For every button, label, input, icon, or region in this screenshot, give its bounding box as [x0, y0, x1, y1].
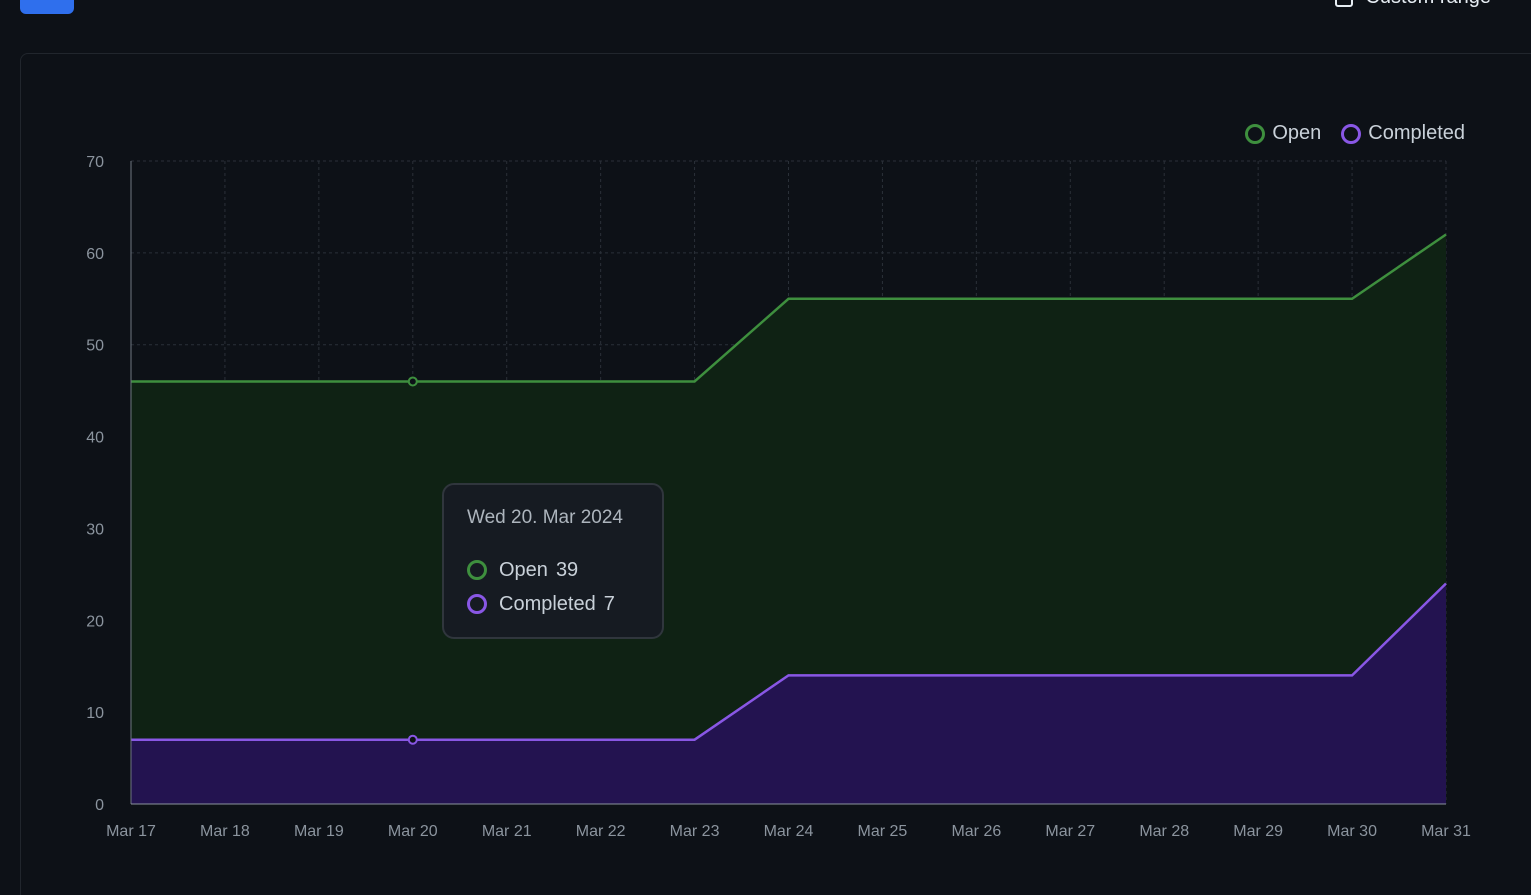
- x-tick-label: Mar 27: [1045, 823, 1095, 840]
- x-tick-label: Mar 17: [106, 823, 156, 840]
- y-tick-label: 20: [86, 613, 104, 630]
- hover-point-completed: [407, 734, 418, 745]
- tooltip-row-completed: Completed 7: [467, 587, 662, 621]
- x-tick-label: Mar 19: [294, 823, 344, 840]
- tooltip-title: Wed 20. Mar 2024: [467, 507, 623, 528]
- tooltip-row-open: Open 39: [467, 553, 662, 587]
- legend-item-open[interactable]: Open: [1245, 122, 1321, 145]
- x-tick-label: Mar 30: [1327, 823, 1377, 840]
- chart-tooltip: Wed 20. Mar 2024 Open 39 Completed 7: [442, 483, 664, 639]
- y-tick-label: 10: [86, 705, 104, 722]
- x-tick-label: Mar 26: [951, 823, 1001, 840]
- tooltip-completed-swatch: [467, 594, 487, 614]
- legend-open-label: Open: [1272, 122, 1322, 144]
- x-tick-label: Mar 18: [200, 823, 250, 840]
- y-tick-label: 30: [86, 521, 104, 538]
- x-tick-label: Mar 22: [576, 823, 626, 840]
- hover-point-open: [407, 376, 418, 387]
- areas: [131, 233, 1447, 804]
- area-open: [131, 234, 1446, 740]
- tooltip-completed-label: Completed: [499, 592, 596, 615]
- tooltip-open-label: Open: [499, 558, 548, 581]
- y-tick-label: 70: [86, 154, 104, 171]
- y-tick-label: 50: [86, 338, 104, 355]
- legend-completed-swatch: [1341, 123, 1362, 144]
- x-axis-ticks: Mar 17 Mar 18 Mar 19 Mar 20 Mar 21 Mar 22 Mar …: [106, 823, 1471, 840]
- x-tick-label: Mar 23: [670, 823, 720, 840]
- tooltip-open-value: 39: [555, 558, 579, 581]
- y-tick-label: 0: [95, 797, 104, 814]
- page: Custom range Mar 17Mar 18Mar 19Mar 20Mar…: [0, 0, 1531, 895]
- y-tick-label: 60: [86, 246, 104, 263]
- legend-open-swatch: [1245, 123, 1266, 144]
- tooltip-completed-value: 7: [603, 592, 615, 615]
- x-tick-label: Mar 24: [764, 823, 814, 840]
- legend-completed-label: Completed: [1368, 122, 1465, 144]
- y-axis-ticks: 0 10 20 30 40 50 60 70: [86, 154, 104, 814]
- x-tick-label: Mar 29: [1233, 823, 1283, 840]
- x-tick-label: Mar 31: [1421, 823, 1471, 840]
- x-tick-label: Mar 21: [482, 823, 532, 840]
- x-tick-label: Mar 25: [858, 823, 908, 840]
- x-tick-label: Mar 20: [388, 823, 438, 840]
- tooltip-open-swatch: [467, 560, 487, 580]
- legend-item-completed[interactable]: Completed: [1341, 122, 1465, 145]
- x-tick-label: Mar 28: [1139, 823, 1189, 840]
- chart-legend: Open Completed: [1245, 122, 1465, 145]
- y-tick-label: 40: [86, 430, 104, 447]
